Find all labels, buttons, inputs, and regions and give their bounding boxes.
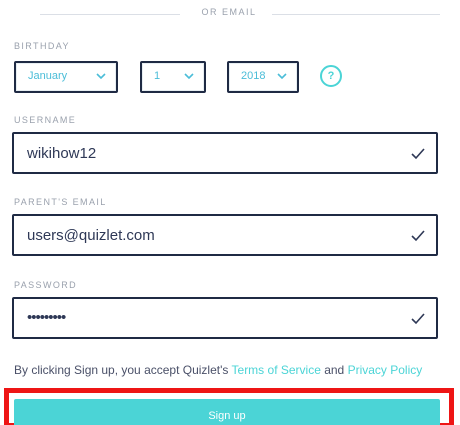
terms-text: By clicking Sign up, you accept Quizlet'… — [14, 363, 454, 377]
password-value: ••••••••• — [27, 309, 66, 326]
birthday-day-value: 1 — [154, 70, 161, 82]
question-circle-icon[interactable]: ? — [320, 65, 342, 87]
birthday-month-select[interactable]: January — [14, 61, 118, 93]
birthday-year-value: 2018 — [241, 70, 266, 82]
checkmark-icon — [410, 228, 426, 244]
parent-email-field[interactable]: users@quizlet.com — [12, 214, 438, 256]
checkmark-icon — [410, 146, 426, 162]
username-field[interactable]: wikihow12 — [12, 132, 438, 174]
birthday-year-select[interactable]: 2018 — [227, 61, 299, 93]
password-field[interactable]: ••••••••• — [12, 297, 438, 339]
terms-prefix: By clicking Sign up, you accept Quizlet'… — [14, 363, 232, 377]
password-label: PASSWORD — [14, 280, 78, 290]
birthday-month-value: January — [28, 70, 68, 82]
parent-email-value: users@quizlet.com — [27, 227, 155, 244]
checkmark-icon — [410, 311, 426, 327]
terms-middle: and — [320, 363, 348, 377]
username-label: USERNAME — [14, 115, 77, 125]
divider-text: OR EMAIL — [201, 7, 257, 17]
chevron-down-icon — [183, 70, 195, 82]
or-email-divider: OR EMAIL — [10, 7, 440, 21]
divider-line-right — [272, 14, 440, 15]
birthday-label: BIRTHDAY — [14, 41, 70, 51]
birthday-day-select[interactable]: 1 — [140, 61, 206, 93]
chevron-down-icon — [276, 70, 288, 82]
terms-of-service-link[interactable]: Terms of Service — [232, 363, 321, 377]
chevron-down-icon — [95, 70, 107, 82]
privacy-policy-link[interactable]: Privacy Policy — [348, 363, 423, 377]
parent-email-label: PARENT'S EMAIL — [14, 197, 107, 207]
username-value: wikihow12 — [27, 145, 97, 162]
signup-button[interactable]: Sign up — [14, 399, 440, 425]
signup-form: OR EMAIL BIRTHDAY January 1 2018 ? USERN… — [0, 0, 460, 425]
divider-line-left — [40, 14, 180, 15]
